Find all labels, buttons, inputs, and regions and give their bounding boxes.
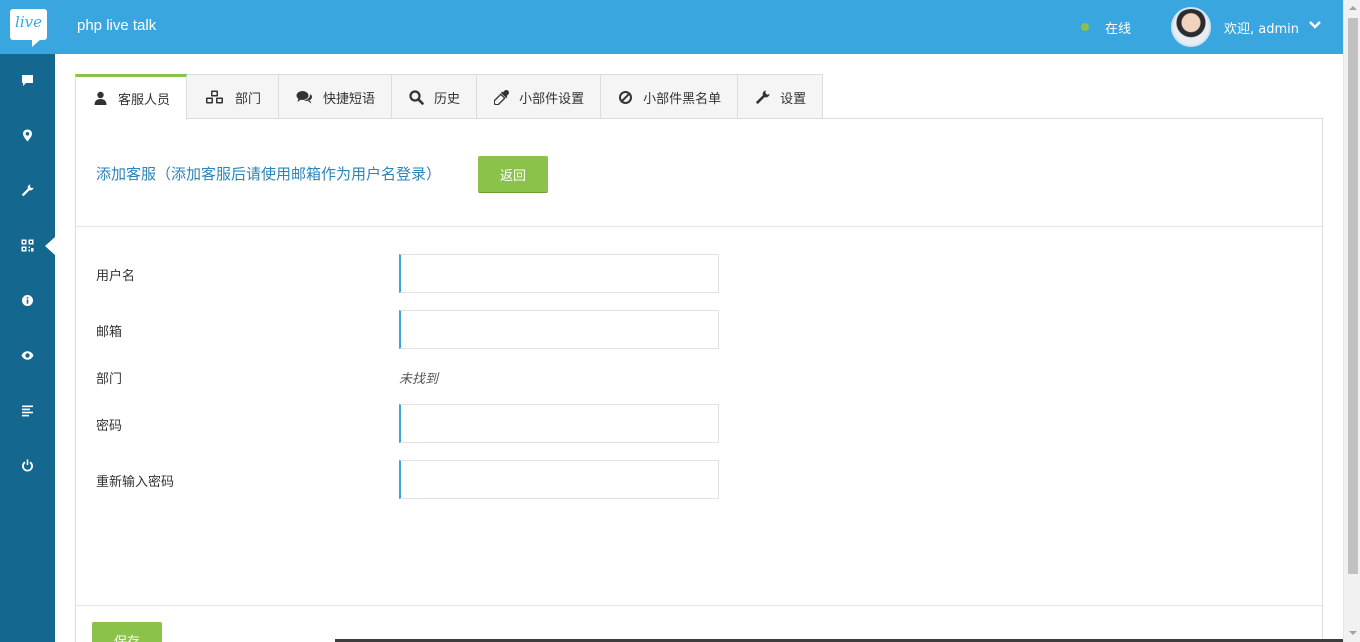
tab-bar: 客服人员 部门 快捷短语 历史 小部件设置 小部件黑名单 设置	[75, 74, 824, 120]
active-indicator	[45, 237, 55, 255]
tab-label: 设置	[780, 91, 807, 107]
search-icon	[409, 89, 424, 105]
align-left-icon	[22, 405, 33, 416]
tab-label: 小部件设置	[519, 91, 585, 107]
username-input[interactable]	[399, 254, 719, 293]
map-marker-icon	[23, 129, 32, 141]
email-input[interactable]	[399, 310, 719, 349]
department-value: 未找到	[399, 372, 439, 387]
logo-bubble: live	[10, 9, 47, 47]
tab-history[interactable]: 历史	[391, 74, 478, 119]
tab-label: 快捷短语	[323, 91, 376, 107]
cubes-icon	[206, 90, 224, 103]
tab-label: 历史	[434, 91, 461, 107]
welcome-user[interactable]: 欢迎, admin	[1224, 18, 1299, 37]
sidebar	[0, 54, 55, 642]
wrench-icon	[21, 184, 34, 196]
save-button[interactable]: 保存	[92, 622, 162, 642]
eyedropper-icon	[494, 89, 510, 105]
main-content: 客服人员 部门 快捷短语 历史 小部件设置 小部件黑名单 设置 添加客服（添加客…	[55, 54, 1343, 642]
panel-header: 添加客服（添加客服后请使用邮箱作为用户名登录） 返回	[76, 119, 1322, 227]
wrench-icon	[755, 90, 770, 104]
comments-icon	[296, 90, 313, 103]
confirm-password-label: 重新输入密码	[96, 475, 175, 490]
sidebar-item-logout[interactable]	[0, 443, 55, 487]
sidebar-item-chat[interactable]	[0, 58, 55, 102]
power-icon	[22, 459, 33, 472]
tab-agents[interactable]: 客服人员	[75, 74, 188, 120]
tab-departments[interactable]: 部门	[186, 74, 280, 119]
ban-icon	[619, 90, 633, 104]
chat-icon	[22, 74, 33, 86]
scroll-up-arrow-icon[interactable]	[1349, 6, 1357, 10]
scrollbar[interactable]	[1343, 0, 1360, 642]
sidebar-item-map[interactable]	[0, 113, 55, 157]
logo-text: live	[15, 13, 42, 31]
username-label: 用户名	[96, 269, 136, 284]
tab-canned-messages[interactable]: 快捷短语	[278, 74, 393, 119]
sidebar-item-logs[interactable]	[0, 388, 55, 432]
online-status-dot	[1081, 23, 1089, 31]
add-agent-panel: 添加客服（添加客服后请使用邮箱作为用户名登录） 返回 用户名 邮箱 部门 未找到…	[75, 118, 1323, 642]
tab-widget-settings[interactable]: 小部件设置	[476, 74, 602, 119]
app-title: php live talk	[77, 17, 157, 34]
tab-label: 小部件黑名单	[643, 91, 722, 107]
avatar[interactable]	[1171, 7, 1211, 47]
sidebar-item-visitors[interactable]	[0, 333, 55, 377]
password-label: 密码	[96, 419, 123, 434]
online-status-text[interactable]: 在线	[1105, 18, 1131, 37]
panel-title: 添加客服（添加客服后请使用邮箱作为用户名登录）	[96, 165, 442, 183]
sidebar-item-info[interactable]	[0, 278, 55, 322]
tab-label: 客服人员	[118, 93, 171, 108]
panel-footer: 保存	[76, 605, 1322, 642]
eye-icon	[21, 350, 34, 360]
tab-settings[interactable]: 设置	[737, 74, 824, 119]
email-label: 邮箱	[96, 325, 123, 340]
sidebar-item-settings[interactable]	[0, 168, 55, 212]
chevron-down-icon[interactable]	[1308, 18, 1322, 32]
qrcode-icon	[21, 239, 34, 251]
scroll-thumb[interactable]	[1348, 18, 1358, 574]
user-icon	[94, 91, 107, 105]
department-label: 部门	[96, 372, 123, 387]
confirm-password-input[interactable]	[399, 460, 719, 499]
tab-label: 部门	[235, 91, 262, 107]
top-header: live php live talk 在线 欢迎, admin	[0, 0, 1343, 54]
scroll-down-arrow-icon[interactable]	[1349, 631, 1357, 635]
password-input[interactable]	[399, 404, 719, 443]
back-button[interactable]: 返回	[478, 156, 548, 192]
tab-widget-blacklist[interactable]: 小部件黑名单	[600, 74, 739, 119]
logo[interactable]: live	[0, 0, 55, 54]
info-icon	[22, 294, 33, 306]
